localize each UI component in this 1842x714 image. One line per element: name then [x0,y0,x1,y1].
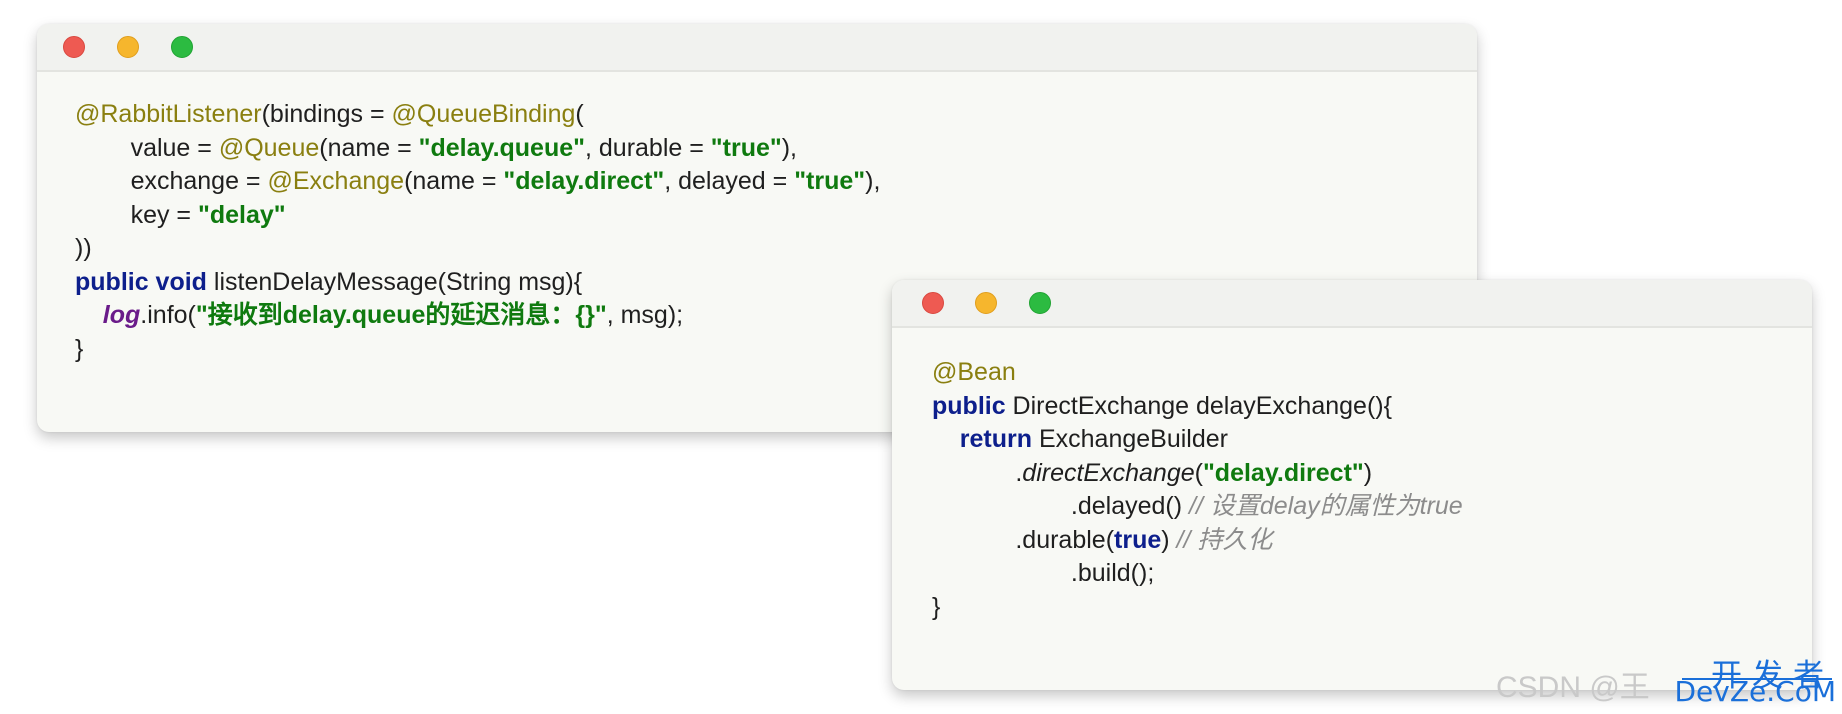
code-token: .delayed() [932,492,1190,520]
code-token: @Queue [218,133,320,162]
code-token: .build(); [932,559,1155,587]
screenshot-stage: @RabbitListener(bindings = @QueueBinding… [0,0,1842,714]
close-window-button[interactable] [63,36,85,58]
code-token: "接收到delay.queue的延迟消息：{}" [195,301,607,329]
code-token: true [1114,525,1162,554]
watermark-logo-latin: DevZe.CoM [1674,675,1836,708]
code-line: value = @Queue(name = "delay.queue", dur… [75,131,797,165]
code-token: ) [1161,525,1177,554]
code-token: . [932,458,1023,487]
code-token: @RabbitListener [75,100,262,128]
code-token: , msg); [606,301,684,329]
code-token: "true" [710,133,782,162]
code-token: (name = [319,133,419,162]
code-token: directExchange [1022,458,1195,487]
code-line: .build(); [932,556,1154,590]
minimize-window-button[interactable] [975,292,997,314]
code-token: "delay.queue" [418,133,585,162]
code-token: .info( [140,301,196,329]
code-window-bean: @Bean public DirectExchange delayExchange… [892,280,1812,690]
code-token: ), [865,167,881,195]
code-token: // 设置delay的属性为true [1189,492,1463,520]
code-token: return [959,425,1033,453]
code-token: , durable = [585,133,711,162]
code-token: DirectExchange delayExchange(){ [1005,391,1392,420]
code-line: public DirectExchange delayExchange(){ [932,389,1392,423]
code-line: )) [75,231,92,265]
watermark-csdn-text: CSDN @王 [1496,671,1650,704]
code-token: } [932,592,941,621]
code-line: @Bean [932,355,1016,389]
code-token: ( [575,100,584,128]
code-token: "delay.direct" [503,167,665,195]
code-token: .durable( [932,525,1115,554]
maximize-window-button[interactable] [171,36,193,58]
code-token: key = [75,200,198,229]
code-token: @Bean [932,358,1016,386]
code-line: } [932,590,940,624]
close-window-button[interactable] [922,292,944,314]
code-token: ( [1194,458,1203,487]
code-token: ExchangeBuilder [1032,425,1228,453]
code-token: ) [1363,458,1373,487]
code-token: } [75,334,84,363]
code-token: value = [75,133,219,162]
maximize-window-button[interactable] [1029,292,1051,314]
code-line: .directExchange("delay.direct") [932,456,1372,490]
code-token: public [932,391,1006,420]
minimize-window-button[interactable] [117,36,139,58]
code-token: @Exchange [267,167,405,195]
code-token: exchange = [75,167,268,195]
watermark: CSDN @王 开发者 DevZe.CoM [1496,652,1836,708]
window-titlebar [892,280,1812,328]
window-titlebar [37,24,1477,72]
code-token: , delayed = [664,167,795,195]
code-token: )) [75,234,92,262]
code-token: "delay.direct" [1202,458,1364,487]
code-token: // 持久化 [1176,525,1273,554]
code-token: public void [75,267,207,296]
code-line: } [75,332,83,366]
code-token: (name = [404,167,504,195]
code-line: exchange = @Exchange(name = "delay.direc… [75,164,881,198]
code-line: key = "delay" [75,198,286,232]
code-token: log [102,301,141,329]
code-line: .delayed() // 设置delay的属性为true [932,489,1463,523]
code-token: "true" [794,167,866,195]
code-token: listenDelayMessage(String msg){ [206,267,583,296]
code-line: @RabbitListener(bindings = @QueueBinding… [75,97,584,131]
code-token: ), [781,133,797,162]
code-line: .durable(true) // 持久化 [932,523,1272,557]
code-token: (bindings = [261,100,392,128]
code-line: public void listenDelayMessage(String ms… [75,265,582,299]
code-line: return ExchangeBuilder [932,422,1228,456]
code-line: log.info("接收到delay.queue的延迟消息：{}", msg); [75,298,683,332]
code-token: "delay" [197,200,286,229]
code-token: @QueueBinding [391,100,576,128]
